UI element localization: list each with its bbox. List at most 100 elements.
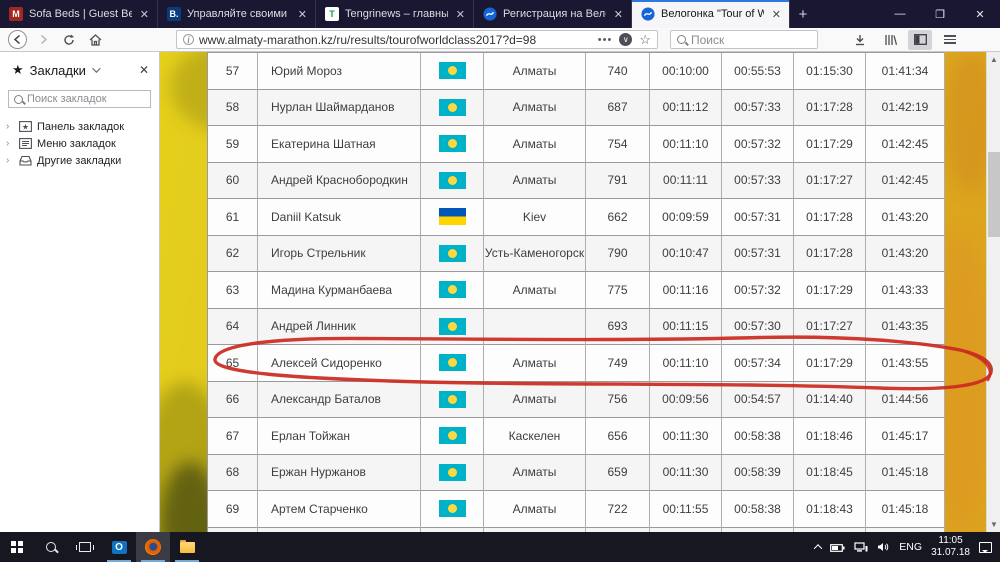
city-cell: Алматы [484,163,586,200]
tab-4[interactable]: Регистрация на Велогонка To✕ [474,0,632,28]
pocket-icon[interactable]: ∨ [619,33,632,46]
city-cell: Усть-Каменогорск [484,236,586,273]
language-indicator[interactable]: ENG [899,541,922,553]
finish-time-cell: 01:42:45 [866,163,945,200]
start-button[interactable] [0,532,34,562]
city-cell: Алматы [484,345,586,382]
maximize-button[interactable]: ❐ [920,0,960,28]
tengrinews-logo-icon: T [325,7,339,21]
kz-flag-icon [439,391,466,408]
search-bar[interactable]: Поиск [670,30,818,49]
speaker-icon[interactable] [877,542,890,552]
taskbar-outlook-button[interactable]: O [102,532,136,562]
page-scrollbar[interactable]: ▲ ▼ [986,52,1000,532]
forward-button[interactable] [32,30,54,50]
site-info-icon[interactable]: i [183,34,194,45]
sidebar-toggle-button[interactable] [908,30,932,50]
split2-cell: 00:57:30 [722,309,794,346]
bookmark-star-icon[interactable]: ☆ [639,32,651,48]
library-button[interactable] [878,30,902,50]
chevron-down-icon[interactable] [92,64,100,72]
expander-chevron-icon[interactable]: › [6,155,13,166]
city-cell: Алматы [484,455,586,492]
finish-time-cell: 01:42:19 [866,90,945,127]
flag-cell [421,90,484,127]
sidebar-item-label: Меню закладок [37,138,116,150]
task-view-button[interactable] [68,532,102,562]
search-icon [46,542,56,552]
minimize-button[interactable]: — [880,0,920,28]
m-logo-icon: M [9,7,23,21]
scroll-up-icon[interactable]: ▲ [990,56,997,63]
tab-1[interactable]: MSofa Beds | Guest Beds, Conver✕ [0,0,158,28]
bib-cell: 687 [586,90,650,127]
split1-cell: 00:11:15 [650,309,722,346]
kz-flag-icon [439,500,466,517]
kz-flag-icon [439,354,466,371]
taskbar-search-button[interactable] [34,532,68,562]
tab-3[interactable]: T Tengrinews – главный новост ✕ [316,0,474,28]
taskbar-explorer-button[interactable] [170,532,204,562]
close-tab-icon[interactable]: ✕ [612,8,625,21]
expander-chevron-icon[interactable]: › [6,121,13,132]
rank-cell: 65 [208,345,258,382]
kz-flag-icon [439,427,466,444]
split2-cell: 00:57:31 [722,199,794,236]
expander-chevron-icon[interactable]: › [6,138,13,149]
back-icon [8,30,27,49]
split2-cell: 00:57:32 [722,126,794,163]
table-row-60: 60Андрей КраснобородкинАлматы79100:11:11… [208,163,944,200]
url-text[interactable]: www.almaty-marathon.kz/ru/results/tourof… [199,33,593,47]
table-row-59: 59Екатерина ШатнаяАлматы75400:11:1000:57… [208,126,944,163]
page-actions-icon[interactable]: ••• [598,34,613,46]
close-tab-icon[interactable]: ✕ [770,8,783,21]
bookmarks-toolbar-icon: ★ [18,121,32,133]
name-cell: Юрий Мороз [258,53,421,90]
reload-button[interactable] [58,30,80,50]
web-page: 57Юрий МорозАлматы74000:10:0000:55:5301:… [160,52,1000,532]
flag-cell [421,382,484,419]
menu-button[interactable] [938,30,962,50]
velogonka-logo-icon [483,7,497,21]
bib-cell: 791 [586,163,650,200]
network-icon[interactable] [854,542,868,552]
tab-title: Tengrinews – главный новост [345,8,448,20]
sidebar-close-button[interactable]: ✕ [139,63,149,77]
bib-cell: 740 [586,53,650,90]
tab-2[interactable]: B.Управляйте своими бронир✕ [158,0,316,28]
bookmarks-menu-icon [18,138,32,150]
clock[interactable]: 11:05 31.07.18 [931,535,970,560]
windows-logo-icon [11,541,23,553]
close-tab-icon[interactable]: ✕ [296,8,309,21]
finish-time-cell: 01:45:17 [866,418,945,455]
sidebar-item-2[interactable]: › Меню закладок [0,135,159,152]
scroll-down-icon[interactable]: ▼ [990,521,997,528]
sidebar-item-3[interactable]: ›Другие закладки [0,152,159,169]
battery-icon[interactable] [830,543,845,552]
new-tab-button[interactable]: + [790,0,816,28]
back-button[interactable] [6,30,28,50]
split1-cell: 00:11:10 [650,345,722,382]
downloads-button[interactable] [848,30,872,50]
name-cell: Андрей Линник [258,309,421,346]
bookmarks-search-input[interactable]: Поиск закладок [8,90,151,108]
forward-icon [38,34,49,45]
hidden-icons-chevron[interactable] [814,544,822,552]
scrollbar-thumb[interactable] [988,152,1000,237]
booking-logo-icon: B. [167,7,181,21]
close-window-button[interactable]: ✕ [960,0,1000,28]
browser-toolbar: i www.almaty-marathon.kz/ru/results/tour… [0,28,1000,52]
finish-time-cell: 01:45:18 [866,491,945,528]
results-table: 57Юрий МорозАлматы74000:10:0000:55:5301:… [207,52,944,532]
bookmarks-sidebar: ★ Закладки ✕ Поиск закладок ›★Панель зак… [0,52,160,532]
tab-5[interactable]: Велогонка "Tour of World Clas✕ [632,0,790,28]
url-bar[interactable]: i www.almaty-marathon.kz/ru/results/tour… [176,30,658,49]
close-tab-icon[interactable]: ✕ [138,8,151,21]
split2-cell: 00:55:53 [722,53,794,90]
bib-cell: 662 [586,199,650,236]
home-button[interactable] [84,30,106,50]
taskbar-firefox-button[interactable] [136,532,170,562]
action-center-icon[interactable] [979,542,992,553]
close-tab-icon[interactable]: ✕ [454,8,467,21]
sidebar-item-1[interactable]: ›★Панель закладок [0,118,159,135]
